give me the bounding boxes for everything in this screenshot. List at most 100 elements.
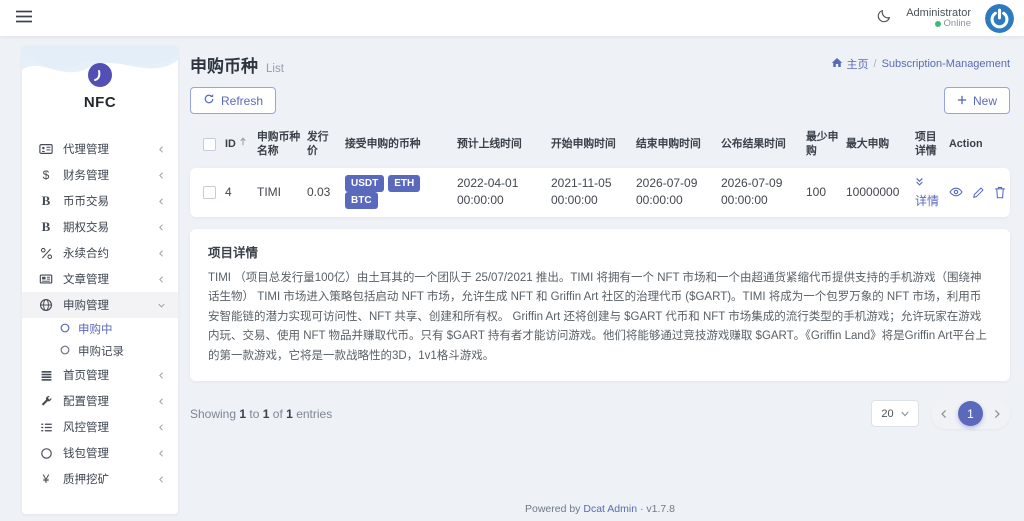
angle-double-down-icon — [915, 175, 924, 191]
per-page-value: 20 — [881, 407, 894, 420]
col-end-time: 结束申购时间 — [636, 137, 701, 150]
sidebar-item-agent-management[interactable]: 代理管理 — [22, 136, 178, 162]
project-detail-panel: 项目详情 TIMI （项目总发行量100亿）由土耳其的一个团队于 25/07/2… — [190, 228, 1010, 381]
breadcrumb: 主页 / Subscription-Management — [831, 56, 1010, 72]
chevron-left-icon — [157, 371, 166, 380]
col-detail: 项目详情 — [915, 130, 937, 157]
dcat-admin-link[interactable]: Dcat Admin — [583, 503, 637, 515]
home-icon — [831, 57, 843, 71]
breadcrumb-separator: / — [873, 58, 877, 70]
avatar[interactable] — [985, 3, 1014, 33]
table-header: ID 申购币种名称 发行价 接受申购的币种 预计上线时间 开始申购时间 结束申购… — [190, 124, 1010, 164]
next-page-button[interactable] — [993, 409, 1001, 419]
breadcrumb-current: Subscription-Management — [881, 58, 1010, 70]
per-page-select[interactable]: 20 — [871, 400, 919, 428]
cell-currencies: USDT ETH BTC — [345, 168, 457, 216]
sidebar-item-label: 期权交易 — [63, 222, 109, 234]
footer: Powered by Dcat Admin · v1.7.8 — [190, 503, 1010, 515]
delete-icon[interactable] — [994, 186, 1006, 199]
prev-page-button[interactable] — [940, 409, 948, 419]
new-label: New — [972, 93, 997, 108]
page-number-button[interactable]: 1 — [958, 401, 983, 427]
pagination: 1 — [931, 398, 1010, 429]
chevron-left-icon — [157, 397, 166, 406]
new-button[interactable]: New — [943, 87, 1010, 114]
edit-icon[interactable] — [972, 186, 985, 199]
id-card-icon — [38, 142, 54, 156]
sidebar-item-label: 配置管理 — [63, 396, 109, 408]
detail-expand-link[interactable]: 详情 — [915, 175, 943, 209]
cell-name: TIMI — [257, 185, 281, 200]
yen-icon: ¥ — [42, 472, 50, 486]
col-price: 发行价 — [307, 130, 329, 157]
sidebar-item-home-management[interactable]: 首页管理 — [22, 362, 178, 388]
sidebar-item-article-management[interactable]: 文章管理 — [22, 266, 178, 292]
bitcoin-icon: B — [41, 219, 51, 234]
page-subtitle: List — [266, 63, 284, 75]
caret-down-icon — [901, 408, 909, 420]
plus-icon — [957, 94, 967, 108]
sidebar-item-label: 风控管理 — [63, 422, 109, 434]
table-row: 4 TIMI 0.03 USDT ETH BTC 2022-04-01 00:00:… — [190, 168, 1010, 217]
cell-price: 0.03 — [307, 185, 331, 200]
col-max: 最大申购 — [846, 137, 890, 150]
sidebar-item-label: 永续合约 — [63, 248, 109, 260]
user-menu[interactable]: Administrator Online — [906, 7, 971, 30]
sidebar-item-config-management[interactable]: 配置管理 — [22, 388, 178, 414]
col-name: 申购币种名称 — [257, 130, 301, 157]
chevron-left-icon — [157, 171, 166, 180]
moon-icon — [877, 8, 892, 28]
sidebar-item-subscription-management[interactable]: 申购管理 — [22, 292, 178, 318]
sidebar-item-finance-management[interactable]: $ 财务管理 — [22, 162, 178, 188]
bars-icon — [38, 369, 54, 382]
sidebar-item-label: 钱包管理 — [63, 448, 109, 460]
row-checkbox[interactable] — [203, 185, 216, 199]
sidebar-item-staking-mining[interactable]: ¥ 质押挖矿 — [22, 466, 178, 492]
sidebar-item-label: 代理管理 — [63, 144, 109, 156]
dark-mode-toggle[interactable] — [877, 8, 892, 28]
select-all-checkbox[interactable] — [203, 137, 216, 151]
percent-icon — [38, 247, 54, 260]
chevron-left-icon — [157, 145, 166, 154]
chevron-left-icon — [157, 197, 166, 206]
sort-asc-icon — [239, 137, 247, 146]
entries-summary: Showing 1 to 1 of 1 entries — [190, 406, 333, 421]
bold-b-icon: B — [41, 193, 51, 208]
sidebar-item-label: 首页管理 — [63, 370, 109, 382]
sidebar-subitem-subscription-records[interactable]: 申购记录 — [22, 340, 178, 362]
sidebar-item-wallet-management[interactable]: 钱包管理 — [22, 440, 178, 466]
refresh-button[interactable]: Refresh — [190, 87, 277, 114]
sidebar-subitem-label: 申购记录 — [78, 346, 124, 358]
sidebar-subitem-subscribing[interactable]: 申购中 — [22, 318, 178, 340]
footer-prefix: Powered by — [524, 503, 581, 515]
user-status: Online — [906, 18, 971, 29]
cell-actions — [949, 179, 1012, 206]
row-checkbox-cell — [203, 179, 225, 206]
view-icon[interactable] — [949, 186, 963, 199]
sidebar-item-perpetual-contract[interactable]: 永续合约 — [22, 240, 178, 266]
col-launch-time: 预计上线时间 — [457, 137, 522, 150]
sidebar-item-coin-trading[interactable]: B 币币交易 — [22, 188, 178, 214]
footer-dot: · — [639, 503, 644, 515]
chevron-down-icon — [157, 301, 166, 310]
user-name: Administrator — [906, 6, 971, 19]
project-detail-body: TIMI （项目总发行量100亿）由土耳其的一个团队于 25/07/2021 推… — [208, 271, 987, 362]
col-id[interactable]: ID — [225, 137, 257, 151]
cell-max: 10000000 — [846, 185, 900, 200]
cell-min: 100 — [806, 185, 827, 200]
sidebar-toggle-button[interactable] — [12, 6, 36, 30]
cell-id: 4 — [225, 185, 232, 200]
chevron-left-icon — [157, 249, 166, 258]
globe-icon — [38, 298, 54, 312]
sidebar-item-risk-management[interactable]: 风控管理 — [22, 414, 178, 440]
chevron-left-icon — [157, 423, 166, 432]
logo-block: NFC — [22, 46, 178, 132]
breadcrumb-home-link[interactable]: 主页 — [831, 56, 869, 72]
sidebar-item-options-trading[interactable]: B 期权交易 — [22, 214, 178, 240]
header-checkbox-cell — [203, 137, 225, 151]
sidebar-item-label: 文章管理 — [63, 274, 109, 286]
refresh-label: Refresh — [221, 93, 264, 108]
sidebar-item-label: 质押挖矿 — [63, 474, 109, 486]
project-detail-title: 项目详情 — [208, 245, 259, 260]
online-dot-icon — [934, 21, 941, 28]
